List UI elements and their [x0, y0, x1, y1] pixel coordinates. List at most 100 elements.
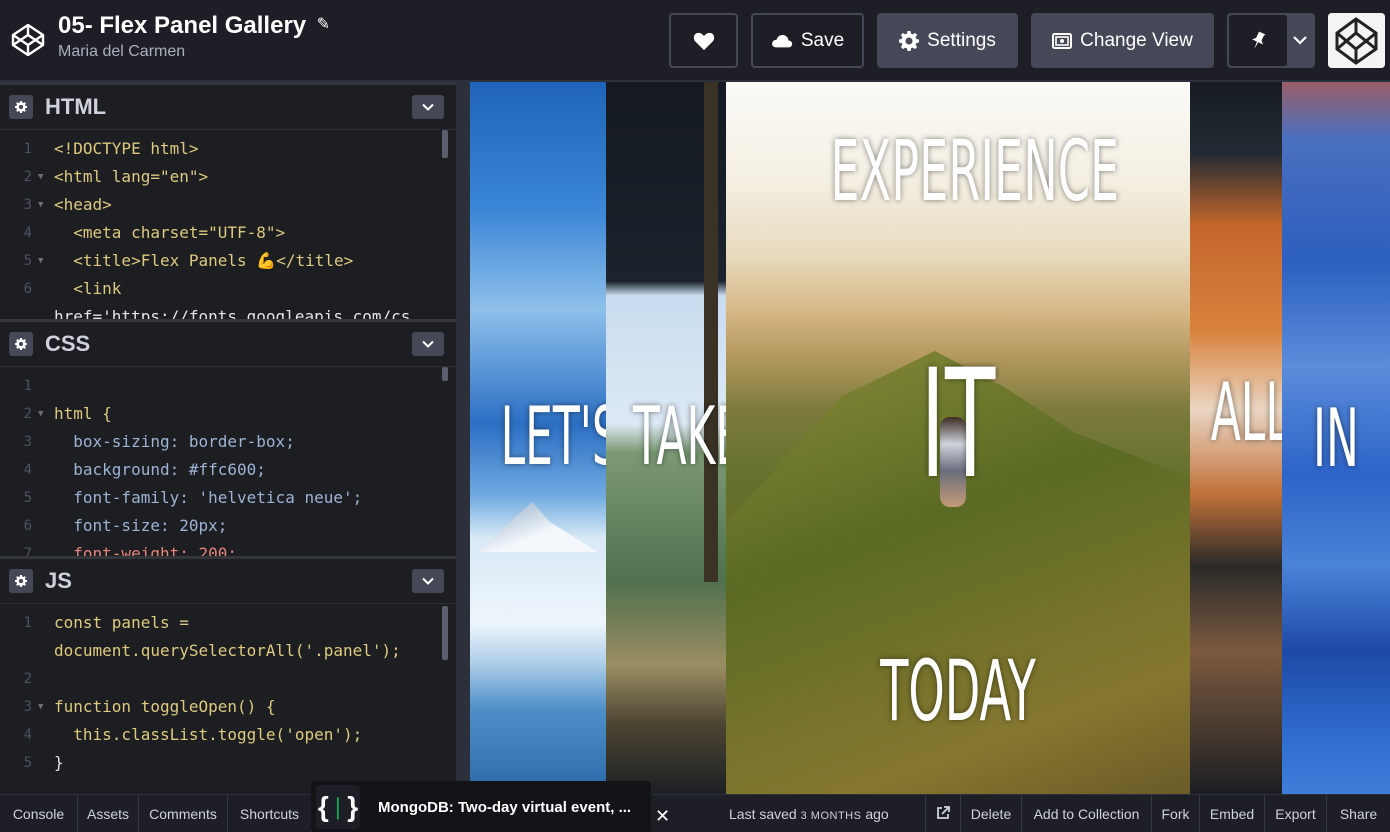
gallery-panel-5[interactable]: IN [1282, 82, 1390, 794]
save-button[interactable]: Save [751, 13, 864, 68]
change-view-icon [1052, 32, 1073, 49]
settings-label: Settings [927, 29, 996, 51]
external-link-icon [937, 806, 950, 819]
html-settings-button[interactable] [9, 95, 33, 119]
js-code[interactable]: 1 const panels = document.querySelectorAl… [0, 609, 456, 777]
js-collapse-button[interactable] [412, 569, 444, 593]
chevron-down-icon [422, 340, 434, 348]
line-number: 1 [23, 378, 32, 394]
gallery-panel-1[interactable]: LET'S [470, 82, 606, 794]
css-pane-title: CSS [45, 331, 91, 356]
fold-icon[interactable]: ▼ [38, 163, 43, 191]
title-block: 05- Flex Panel Gallery ✎ Maria del Carme… [58, 12, 330, 61]
codepen-logo-icon[interactable] [10, 22, 46, 58]
html-scrollbar[interactable] [442, 130, 448, 158]
pin-button[interactable] [1229, 15, 1287, 66]
dock-post [704, 82, 718, 582]
js-scrollbar[interactable] [442, 606, 448, 660]
line-number: 4 [23, 727, 32, 743]
chevron-down-icon[interactable] [1293, 35, 1307, 45]
code-line: background: #ffc600; [54, 460, 266, 479]
open-external-button[interactable] [925, 795, 961, 832]
change-view-button[interactable]: Change View [1031, 13, 1214, 68]
gear-icon [899, 30, 920, 51]
add-to-collection-button[interactable]: Add to Collection [1022, 795, 1152, 832]
cloud-icon [771, 34, 793, 47]
ad-text: MongoDB: Two-day virtual event, ... [378, 798, 632, 816]
console-button[interactable]: Console [0, 795, 78, 832]
line-number: 2 [23, 671, 32, 687]
line-number: 1 [23, 141, 32, 157]
line-number: 2 [23, 406, 32, 422]
css-code[interactable]: 1 2 ▼ html { 3 box-sizing: border-box; 4 b… [0, 372, 456, 556]
sponsor-ad[interactable]: {❘} MongoDB: Two-day virtual event, ... [311, 781, 651, 832]
panel-3-top-text: EXPERIENCE [830, 122, 1120, 220]
code-line: <html lang="en"> [54, 167, 209, 186]
css-settings-button[interactable] [9, 332, 33, 356]
delete-button[interactable]: Delete [961, 795, 1022, 832]
assets-button[interactable]: Assets [78, 795, 139, 832]
line-number: 6 [23, 281, 32, 297]
pencil-icon[interactable]: ✎ [317, 14, 330, 34]
line-number: 2 [23, 169, 32, 185]
settings-button[interactable]: Settings [877, 13, 1018, 68]
code-line: <head> [54, 195, 112, 214]
code-line: font-weight: 200; [54, 544, 238, 556]
last-saved-status: Last saved 3 MONTHS ago [729, 795, 889, 832]
code-line: <meta charset="UTF-8"> [54, 223, 286, 242]
js-pane-header: JS [0, 556, 456, 604]
line-number: 4 [23, 225, 32, 241]
embed-button[interactable]: Embed [1200, 795, 1265, 832]
pen-title[interactable]: 05- Flex Panel Gallery [58, 12, 306, 40]
ad-logo-icon: {❘} [316, 785, 360, 829]
author-name[interactable]: Maria del Carmen [58, 43, 330, 61]
code-line: document.querySelectorAll('.panel'); [54, 641, 401, 660]
editor-resize-handle[interactable] [456, 82, 470, 794]
html-code[interactable]: 1 <!DOCTYPE html> 2 ▼ <html lang="en"> 3 ▼ <h… [0, 135, 456, 319]
fork-button[interactable]: Fork [1152, 795, 1200, 832]
panel-1-text: LET'S [500, 390, 606, 483]
comments-button[interactable]: Comments [139, 795, 228, 832]
panel-3-mid-text: IT [920, 338, 996, 512]
shortcuts-button[interactable]: Shortcuts [228, 795, 312, 832]
code-line: html { [54, 404, 112, 423]
panel-4-text: ALL [1210, 366, 1282, 459]
code-line: <!DOCTYPE html> [54, 139, 199, 158]
gallery-panel-3[interactable]: EXPERIENCE IT TODAY [726, 82, 1190, 794]
css-pane: CSS 1 2 ▼ html { 3 box-sizing: border-box;… [0, 319, 456, 556]
line-number: 4 [23, 462, 32, 478]
heart-button[interactable] [669, 13, 738, 68]
preview-frame[interactable]: LET'S TAKE EXPERIENCE IT TODAY ALL IN [470, 82, 1390, 794]
html-pane-title: HTML [45, 94, 107, 119]
code-line: box-sizing: border-box; [54, 432, 295, 451]
line-number: 3 [23, 434, 32, 450]
fold-icon[interactable]: ▼ [38, 191, 43, 219]
fold-icon[interactable]: ▼ [38, 693, 43, 721]
pin-menu[interactable] [1227, 13, 1315, 68]
js-settings-button[interactable] [9, 569, 33, 593]
editor-column: HTML 1 <!DOCTYPE html> 2 ▼ <html lang="en">… [0, 82, 456, 794]
close-icon[interactable]: ✕ [655, 806, 670, 827]
css-collapse-button[interactable] [412, 332, 444, 356]
line-number: 1 [23, 615, 32, 631]
fold-icon[interactable]: ▼ [38, 400, 43, 428]
panel-2-text: TAKE [633, 390, 726, 483]
code-line: this.classList.toggle('open'); [54, 725, 363, 744]
panel-3-bottom-text: TODAY [880, 642, 1036, 740]
gear-icon [15, 101, 27, 113]
export-button[interactable]: Export [1265, 795, 1327, 832]
heart-icon [693, 32, 714, 50]
gallery-panel-4[interactable]: ALL [1190, 82, 1282, 794]
css-scrollbar[interactable] [442, 367, 448, 381]
line-number: 3 [23, 197, 32, 213]
footer: Console Assets Comments Shortcuts {❘} Mo… [0, 781, 1390, 832]
html-pane-header: HTML [0, 82, 456, 130]
code-line: } [54, 753, 64, 772]
line-number: 3 [23, 699, 32, 715]
fold-icon[interactable]: ▼ [38, 247, 43, 275]
gear-icon [15, 575, 27, 587]
html-collapse-button[interactable] [412, 95, 444, 119]
share-button[interactable]: Share [1327, 795, 1390, 832]
user-avatar[interactable] [1328, 13, 1385, 68]
gallery-panel-2[interactable]: TAKE [606, 82, 726, 794]
